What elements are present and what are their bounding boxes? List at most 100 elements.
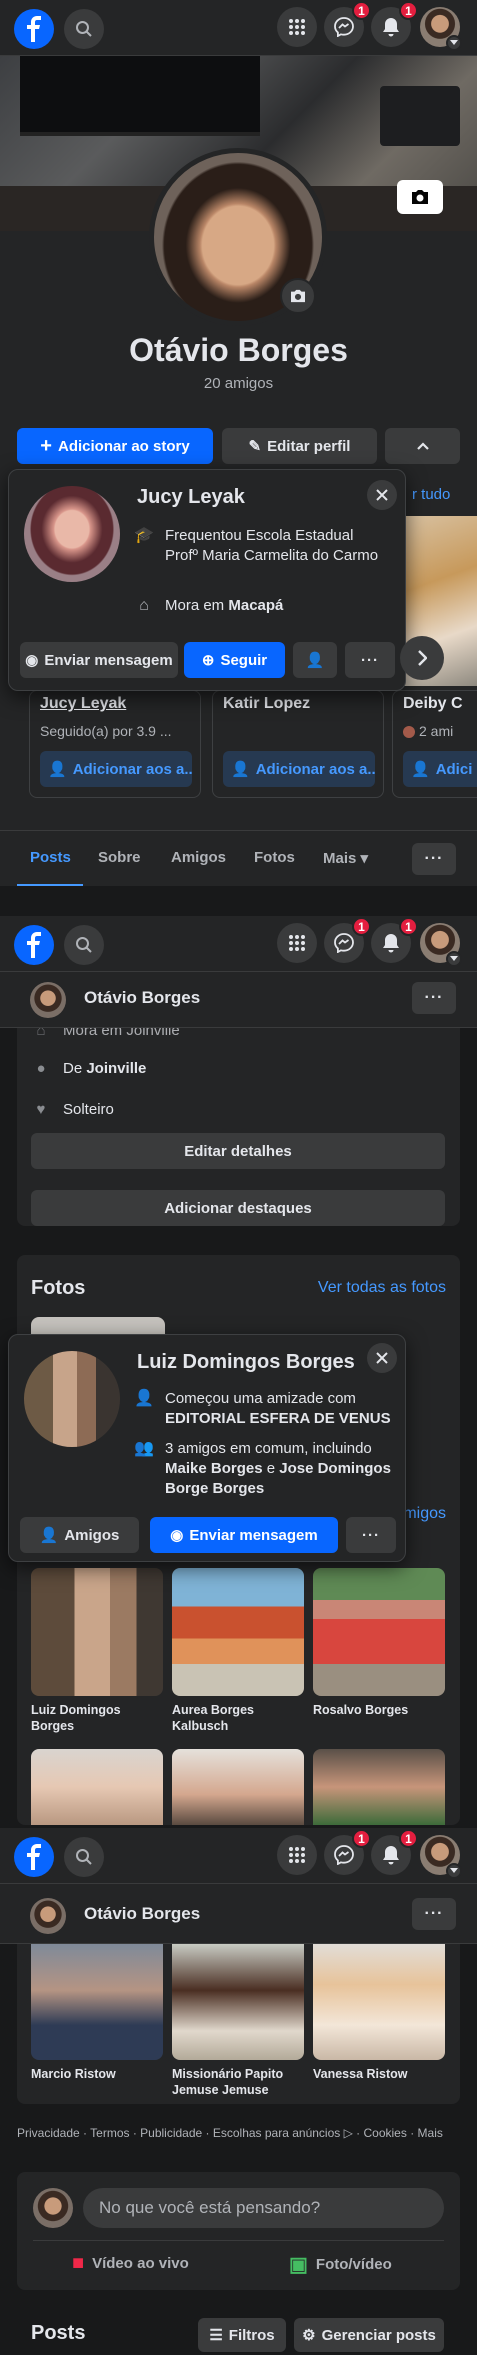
mutual-friends-icon: 👥 <box>134 1440 154 1457</box>
add-highlights-button[interactable]: Adicionar destaques <box>31 1190 445 1226</box>
footer-links[interactable]: Privacidade · Termos · Publicidade · Esc… <box>17 2124 457 2142</box>
photos-title[interactable]: Fotos <box>31 1277 85 1300</box>
add-friend-button[interactable]: 👤 Adicionar aos a... <box>223 751 375 787</box>
facebook-logo-icon[interactable] <box>14 1837 54 1877</box>
edit-details-button[interactable]: Editar detalhes <box>31 1133 445 1169</box>
search-icon[interactable] <box>64 1837 104 1877</box>
friends-button[interactable]: 👤 Amigos <box>20 1517 139 1553</box>
more-options-button[interactable]: ··· <box>345 642 395 678</box>
see-all-photos-link[interactable]: Ver todas as fotos <box>318 1279 446 1297</box>
lives-in-row: ⌂ Mora em Macapá <box>133 596 388 616</box>
tab-more[interactable]: Mais ▾ <box>323 849 368 867</box>
friends-icon: 👤 <box>39 1527 59 1544</box>
collapse-button[interactable] <box>385 428 460 464</box>
close-icon[interactable] <box>367 480 397 510</box>
live-video-button[interactable]: ■ Vídeo ao vivo <box>72 2252 189 2275</box>
notifications-bell-icon[interactable]: 1 <box>371 1829 418 1875</box>
friend-photo[interactable] <box>172 1944 304 2060</box>
add-friend-button[interactable]: 👤 Adici <box>403 751 477 787</box>
messenger-icon[interactable]: 1 <box>324 1 371 47</box>
live-video-icon: ■ <box>72 2252 85 2274</box>
add-friend-icon[interactable]: 👤 <box>293 642 337 678</box>
friend-photo[interactable] <box>31 1749 163 1825</box>
suggestion-name[interactable]: Jucy Leyak <box>40 695 126 713</box>
follow-button[interactable]: ⊕ Seguir <box>184 642 285 678</box>
tab-posts[interactable]: Posts <box>30 849 71 866</box>
friend-photo[interactable] <box>172 1749 304 1825</box>
photo-video-button[interactable]: ▣ Foto/vídeo <box>289 2252 392 2277</box>
friend-name[interactable]: Marcio Ristow <box>31 2066 163 2082</box>
chevron-down-icon[interactable] <box>446 35 462 51</box>
messenger-badge: 1 <box>352 1 371 20</box>
filters-button[interactable]: ☰ Filtros <box>198 2318 286 2352</box>
menu-grid-icon[interactable] <box>277 1835 317 1875</box>
suggestion-card[interactable]: Katir Lopez 👤 Adicionar aos a... <box>212 690 384 798</box>
more-options-button[interactable]: ··· <box>412 982 456 1014</box>
friend-photo[interactable] <box>313 1944 445 2060</box>
composer-input[interactable]: No que você está pensando? <box>83 2188 444 2228</box>
edit-cover-camera-icon[interactable] <box>397 180 443 214</box>
notifications-bell-icon[interactable]: 1 <box>371 1 418 47</box>
sticky-avatar[interactable] <box>30 982 66 1018</box>
facebook-logo-icon[interactable] <box>14 925 54 965</box>
hovercard-avatar[interactable] <box>24 486 120 582</box>
sticky-profile-name[interactable]: Otávio Borges <box>84 1904 200 1924</box>
send-message-button[interactable]: ◉ Enviar mensagem <box>150 1517 338 1553</box>
send-message-button[interactable]: ◉ Enviar mensagem <box>20 642 178 678</box>
hovercard-avatar[interactable] <box>24 1351 120 1447</box>
messenger-icon[interactable]: 1 <box>324 1829 371 1875</box>
suggestions-next-button[interactable] <box>400 636 444 680</box>
suggestion-card[interactable]: Deiby C 2 ami 👤 Adici <box>392 690 477 798</box>
top-navigation: 1 1 <box>0 916 477 972</box>
friends-count[interactable]: 20 amigos <box>0 375 477 392</box>
suggestion-name[interactable]: Deiby C <box>403 695 463 713</box>
chevron-down-icon[interactable] <box>446 951 462 967</box>
more-options-button[interactable]: ··· <box>346 1517 396 1553</box>
chevron-down-icon[interactable] <box>446 1863 462 1879</box>
friend-name[interactable]: Luiz Domingos Borges <box>31 1702 163 1734</box>
profile-more-options-button[interactable]: ··· <box>412 843 456 875</box>
friend-photo[interactable] <box>172 1568 304 1696</box>
notifications-badge: 1 <box>399 917 418 936</box>
tab-photos[interactable]: Fotos <box>254 849 295 866</box>
edit-profile-picture-camera-icon[interactable] <box>280 278 316 314</box>
plus-icon: + <box>40 435 52 457</box>
add-to-story-button[interactable]: + Adicionar ao story <box>17 428 213 464</box>
add-friend-button[interactable]: 👤 Adicionar aos a... <box>40 751 192 787</box>
friend-name[interactable]: Rosalvo Borges <box>313 1702 445 1718</box>
sticky-profile-name[interactable]: Otávio Borges <box>84 988 200 1008</box>
manage-posts-button[interactable]: ⚙ Gerenciar posts <box>294 2318 444 2352</box>
suggestion-subtitle: Seguido(a) por 3.9 ... <box>40 723 172 739</box>
suggestions-see-all-link[interactable]: r tudo <box>412 486 450 503</box>
friend-photo[interactable] <box>313 1568 445 1696</box>
profile-hover-card: Luiz Domingos Borges 👤 Começou uma amiza… <box>8 1334 406 1562</box>
see-all-friends-link[interactable]: migos <box>403 1505 446 1523</box>
tab-friends[interactable]: Amigos <box>171 849 226 866</box>
menu-grid-icon[interactable] <box>277 7 317 47</box>
friend-photo[interactable] <box>31 1944 163 2060</box>
close-icon[interactable] <box>367 1343 397 1373</box>
sticky-avatar[interactable] <box>30 1898 66 1934</box>
friend-photo[interactable] <box>313 1749 445 1825</box>
tab-about[interactable]: Sobre <box>98 849 141 866</box>
search-icon[interactable] <box>64 925 104 965</box>
hovercard-name[interactable]: Luiz Domingos Borges <box>137 1351 355 1374</box>
more-options-button[interactable]: ··· <box>412 1898 456 1930</box>
friend-name[interactable]: Aurea Borges Kalbusch <box>172 1702 304 1734</box>
suggestion-name[interactable]: Katir Lopez <box>223 695 310 713</box>
friend-photo[interactable] <box>31 1568 163 1696</box>
messenger-badge: 1 <box>352 917 371 936</box>
facebook-logo-icon[interactable] <box>14 9 54 49</box>
search-icon[interactable] <box>64 9 104 49</box>
friend-name[interactable]: Vanessa Ristow <box>313 2066 445 2082</box>
friendship-row: 👤 Começou uma amizade com EDITORIAL ESFE… <box>134 1390 391 1427</box>
messenger-icon[interactable]: 1 <box>324 917 371 963</box>
menu-grid-icon[interactable] <box>277 923 317 963</box>
education-row: 🎓 Frequentou Escola Estadual Profº Maria… <box>134 527 379 564</box>
suggestion-card[interactable]: Jucy Leyak Seguido(a) por 3.9 ... 👤 Adici… <box>29 690 201 798</box>
friend-name[interactable]: Missionário Papito Jemuse Jemuse <box>172 2066 304 2098</box>
hovercard-name[interactable]: Jucy Leyak <box>137 486 245 509</box>
notifications-bell-icon[interactable]: 1 <box>371 917 418 963</box>
edit-profile-button[interactable]: ✎ Editar perfil <box>222 428 377 464</box>
composer-avatar[interactable] <box>33 2188 73 2228</box>
